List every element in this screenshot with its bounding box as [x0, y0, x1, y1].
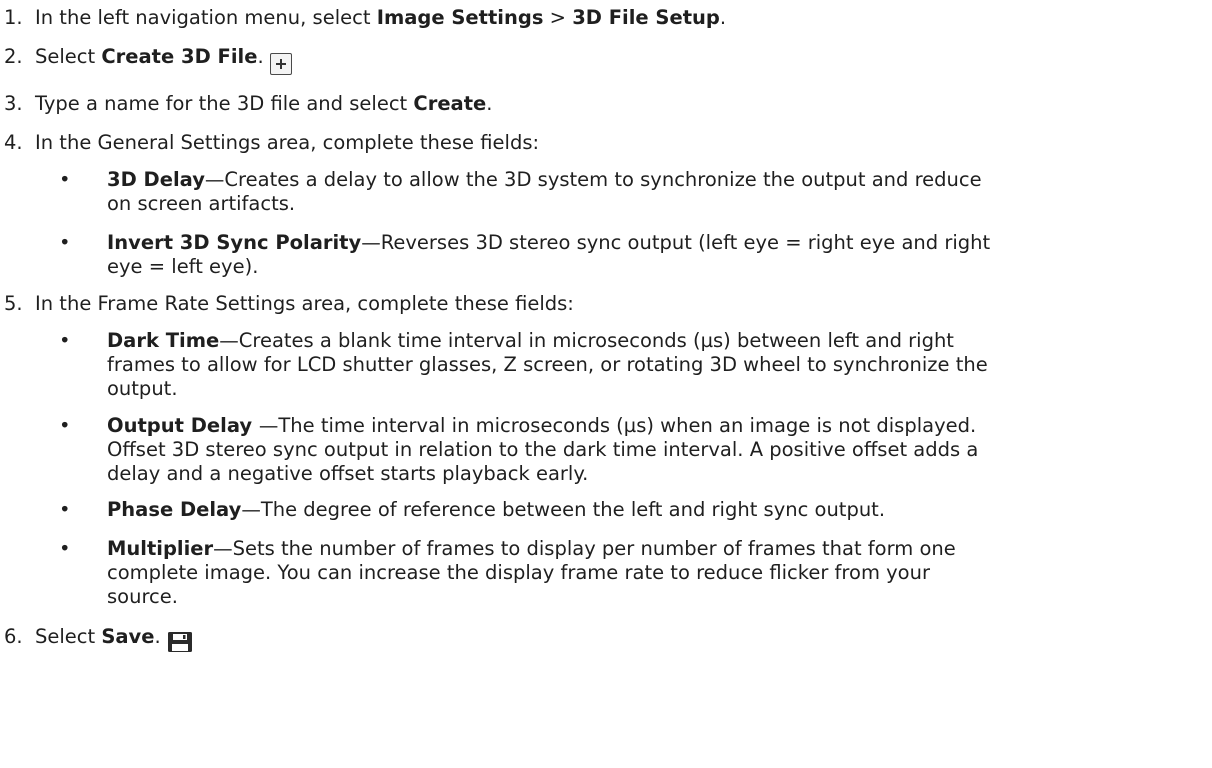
field-term: Output Delay [107, 414, 259, 437]
bullet-text-line2: frames to allow for LCD shutter glasses,… [107, 353, 988, 376]
bullet-symbol: • [59, 537, 71, 560]
step-1: 1. In the left navigation menu, select Im… [0, 4, 1192, 31]
step-2: 2. Select Create 3D File. [0, 43, 1192, 75]
menu-separator: > [543, 6, 573, 29]
step-4: 4. In the General Settings area, complete… [0, 129, 1192, 156]
field-description: —The degree of reference between the lef… [241, 498, 886, 521]
field-term: Dark Time [107, 329, 220, 352]
step-text-part: . [154, 625, 161, 648]
step-3: 3. Type a name for the 3D file and select… [0, 90, 1192, 117]
bullet-phase-delay: • Phase Delay—The degree of reference be… [59, 498, 1192, 522]
bullet-text: Dark Time—Creates a blank time interval … [107, 329, 1192, 353]
step-text-part: . [719, 6, 727, 29]
step-number: 5. [4, 292, 23, 315]
bullet-text: Invert 3D Sync Polarity—Reverses 3D ster… [107, 231, 1192, 255]
step-text: Select Save. [35, 625, 161, 648]
bullet-symbol: • [59, 168, 71, 191]
bullet-invert-3d-sync-polarity: • Invert 3D Sync Polarity—Reverses 3D st… [59, 231, 1192, 279]
field-term: 3D Delay [107, 168, 205, 191]
bullet-symbol: • [59, 498, 71, 521]
menu-item-3d-file-setup: 3D File Setup [572, 6, 720, 29]
step-text: In the Frame Rate Settings area, complet… [35, 292, 574, 315]
field-description: —Creates a blank time interval in micros… [219, 329, 954, 352]
bullet-text-line2: on screen artifacts. [107, 192, 296, 215]
bullet-text-line3: delay and a negative offset starts playb… [107, 462, 589, 485]
step-number: 1. [4, 6, 23, 29]
bullet-symbol: • [59, 414, 71, 437]
bullet-text-line2: eye = left eye). [107, 255, 259, 278]
bullet-dark-time: • Dark Time—Creates a blank time interva… [59, 329, 1192, 401]
step-text-part: Select [35, 625, 102, 648]
bullet-text: 3D Delay—Creates a delay to allow the 3D… [107, 168, 1192, 192]
step-text-part: In the left navigation menu, select [35, 6, 377, 29]
step-text-part: . [257, 45, 264, 68]
step-number: 6. [4, 625, 23, 648]
create-label: Create [413, 92, 487, 115]
create-3d-file-label: Create 3D File [101, 45, 258, 68]
step-5: 5. In the Frame Rate Settings area, compl… [0, 290, 1192, 317]
menu-item-image-settings: Image Settings [376, 6, 544, 29]
bullet-3d-delay: • 3D Delay—Creates a delay to allow the … [59, 168, 1192, 216]
bullet-symbol: • [59, 329, 71, 352]
field-description: —The time interval in microseconds (µs) … [258, 414, 977, 437]
bullet-text-line2: complete image. You can increase the dis… [107, 561, 930, 584]
step-text: In the left navigation menu, select Imag… [35, 6, 726, 29]
step-text-part: . [486, 92, 493, 115]
instruction-document: 1. In the left navigation menu, select Im… [0, 0, 1212, 768]
field-term: Invert 3D Sync Polarity [107, 231, 362, 254]
bullet-text: Output Delay —The time interval in micro… [107, 414, 1192, 438]
step-text-part: Type a name for the 3D file and select [35, 92, 414, 115]
step-number: 3. [4, 92, 23, 115]
step-number: 4. [4, 131, 23, 154]
bullet-output-delay: • Output Delay —The time interval in mic… [59, 414, 1192, 486]
field-description: —Sets the number of frames to display pe… [213, 537, 956, 560]
bullet-symbol: • [59, 231, 71, 254]
add-icon [269, 52, 292, 75]
step-text: Type a name for the 3D file and select C… [35, 92, 492, 115]
save-label: Save [101, 625, 155, 648]
field-description: —Reverses 3D stereo sync output (left ey… [361, 231, 991, 254]
bullet-text-line3: output. [107, 377, 178, 400]
step-number: 2. [4, 45, 23, 68]
bullet-multiplier: • Multiplier—Sets the number of frames t… [59, 537, 1192, 609]
bullet-text: Multiplier—Sets the number of frames to … [107, 537, 1192, 561]
step-text: Select Create 3D File. [35, 45, 264, 68]
bullet-text: Phase Delay—The degree of reference betw… [107, 498, 1192, 522]
bullet-text-line3: source. [107, 585, 178, 608]
step-text-part: Select [35, 45, 102, 68]
field-term: Multiplier [107, 537, 214, 560]
field-description: —Creates a delay to allow the 3D system … [204, 168, 982, 191]
step-6: 6. Select Save. [0, 623, 1192, 653]
field-term: Phase Delay [107, 498, 242, 521]
bullet-text-line2: Offset 3D stereo sync output in relation… [107, 438, 979, 461]
step-text: In the General Settings area, complete t… [35, 131, 540, 154]
save-icon [167, 631, 193, 653]
